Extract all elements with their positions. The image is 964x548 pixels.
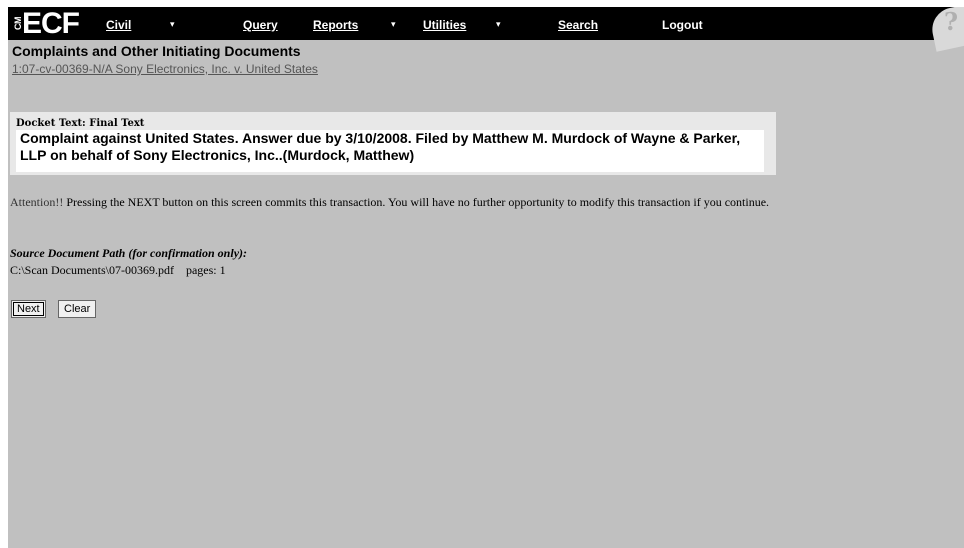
help-question-icon: ?: [944, 7, 959, 36]
menu-civil[interactable]: Civil: [106, 18, 131, 32]
page-title: Complaints and Other Initiating Document…: [12, 43, 301, 59]
next-button[interactable]: Next: [11, 300, 46, 318]
clear-button[interactable]: Clear: [58, 300, 97, 318]
source-document-path: C:\Scan Documents\07-00369.pdf: [10, 263, 174, 277]
logo-ecf-text: ECF: [22, 7, 80, 40]
case-link[interactable]: 1:07-cv-00369-N/A Sony Electronics, Inc.…: [12, 62, 318, 76]
menu-query[interactable]: Query: [243, 18, 278, 32]
attention-text: Pressing the NEXT button on this screen …: [66, 195, 770, 209]
menu-search[interactable]: Search: [558, 18, 598, 32]
menu-reports[interactable]: Reports: [313, 18, 358, 32]
attention-lead: Attention!!: [10, 195, 64, 209]
source-document-line: C:\Scan Documents\07-00369.pdf pages: 1: [10, 263, 226, 278]
source-document-label: Source Document Path (for confirmation o…: [10, 246, 248, 260]
menu-civil-label: Civil: [106, 18, 132, 32]
attention-message: Attention!! Pressing the NEXT button on …: [10, 194, 770, 211]
menu-logout-label: Logout: [662, 18, 703, 32]
civil-dropdown-caret-icon[interactable]: ▾: [170, 19, 175, 30]
menu-utilities[interactable]: Utilities: [423, 18, 466, 32]
reports-dropdown-caret-icon[interactable]: ▾: [391, 19, 396, 30]
app-frame: CM ECF Civil ▾ Query Reports ▾ Utilities…: [8, 7, 964, 548]
cmecf-logo: CM ECF: [13, 7, 94, 40]
source-document-pages: pages: 1: [185, 263, 226, 277]
menu-logout[interactable]: Logout: [662, 18, 703, 32]
menu-reports-label: Reports: [313, 18, 359, 32]
menu-utilities-label: Utilities: [423, 18, 467, 32]
help-button[interactable]: ?: [926, 7, 964, 52]
menu-bar: CM ECF Civil ▾ Query Reports ▾ Utilities…: [8, 7, 964, 52]
docket-text-panel: Docket Text: Final Text Complaint agains…: [10, 112, 776, 175]
docket-text-content: Complaint against United States. Answer …: [16, 130, 764, 172]
menu-query-label: Query: [243, 18, 278, 32]
docket-text-label: Docket Text: Final Text: [16, 118, 145, 129]
utilities-dropdown-caret-icon[interactable]: ▾: [496, 19, 501, 30]
menu-search-label: Search: [558, 18, 599, 32]
